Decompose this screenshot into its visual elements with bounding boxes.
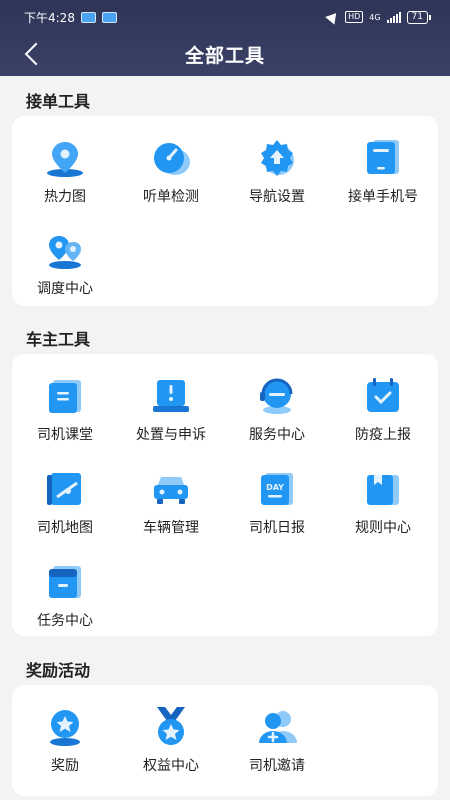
hd-badge: HD — [345, 11, 364, 23]
driver-invite-icon — [259, 711, 297, 743]
tool-driver-daily[interactable]: DAY 司机日报 — [224, 467, 330, 537]
section-title-order-tools: 接单工具 — [26, 92, 91, 111]
tool-order-check[interactable]: 听单检测 — [118, 136, 224, 206]
vehicle-management-icon — [154, 477, 188, 504]
battery-icon: 71 — [406, 10, 432, 24]
order-check-icon — [154, 143, 190, 175]
signal-icon — [386, 11, 401, 23]
tool-label: 司机日报 — [249, 520, 305, 536]
tool-label: 防疫上报 — [355, 427, 411, 443]
tool-epidemic-report[interactable]: 防疫上报 — [330, 374, 436, 444]
tool-label: 处置与申诉 — [136, 427, 206, 443]
epidemic-report-icon — [367, 378, 399, 412]
back-icon[interactable] — [24, 42, 48, 66]
tool-label: 听单检测 — [143, 189, 199, 205]
appeal-icon — [153, 380, 189, 412]
tool-task-center[interactable]: 任务中心 — [12, 560, 118, 630]
driver-class-icon — [49, 380, 81, 413]
tool-dispatch-center[interactable]: 调度中心 — [12, 228, 118, 298]
driver-map-icon — [47, 473, 81, 505]
tool-rules-center[interactable]: 规则中心 — [330, 467, 436, 537]
tool-label: 规则中心 — [355, 520, 411, 536]
dispatch-center-icon — [49, 236, 81, 269]
status-bar: 下午4:28 HD 4G 71 — [0, 0, 450, 34]
page-title: 全部工具 — [184, 44, 265, 67]
tool-heatmap[interactable]: 热力图 — [12, 136, 118, 206]
network-type: 4G — [369, 12, 381, 22]
rewards-card: 奖励 权益中心 司机邀请 — [12, 685, 438, 796]
header-bar: 下午4:28 HD 4G 71 全部工具 — [0, 0, 450, 76]
reward-icon — [50, 710, 80, 746]
tool-appeal[interactable]: 处置与申诉 — [118, 374, 224, 444]
tool-label: 调度中心 — [37, 281, 93, 297]
tool-label: 权益中心 — [143, 758, 199, 774]
tool-label: 接单手机号 — [348, 189, 418, 205]
task-center-icon — [49, 566, 81, 598]
driver-daily-icon: DAY — [261, 473, 293, 505]
tool-order-phone[interactable]: 接单手机号 — [330, 136, 436, 206]
order-phone-icon — [367, 140, 399, 174]
tool-service-center[interactable]: 服务中心 — [224, 374, 330, 444]
tool-label: 车辆管理 — [143, 520, 199, 536]
tool-label: 司机地图 — [37, 520, 93, 536]
notification-icon — [101, 11, 117, 23]
rules-center-icon — [367, 475, 399, 505]
tool-driver-invite[interactable]: 司机邀请 — [224, 705, 330, 775]
tool-vehicle-management[interactable]: 车辆管理 — [118, 467, 224, 537]
tool-label: 导航设置 — [249, 189, 305, 205]
owner-tools-card: 司机课堂 处置与申诉 服务中心 防疫上报 司机地图 车辆管理 DAY 司机日报 … — [12, 354, 438, 636]
section-title-rewards: 奖励活动 — [26, 661, 91, 680]
tool-navigation-settings[interactable]: 导航设置 — [224, 136, 330, 206]
section-title-owner-tools: 车主工具 — [26, 330, 91, 349]
notification-icon — [80, 11, 96, 23]
order-tools-card: 热力图 听单检测 导航设置 接单手机号 调度中心 — [12, 116, 438, 306]
tool-label: 服务中心 — [249, 427, 305, 443]
location-icon — [325, 9, 341, 25]
tool-driver-class[interactable]: 司机课堂 — [12, 374, 118, 444]
tool-label: 司机邀请 — [249, 758, 305, 774]
day-label: DAY — [266, 483, 284, 492]
tool-label: 任务中心 — [37, 613, 93, 629]
navigation-settings-icon — [261, 140, 294, 176]
tool-label: 奖励 — [51, 758, 79, 774]
tool-reward[interactable]: 奖励 — [12, 705, 118, 775]
heatmap-icon — [47, 142, 83, 177]
battery-level: 71 — [411, 11, 423, 22]
benefits-center-icon — [157, 707, 185, 745]
tool-label: 热力图 — [44, 189, 86, 205]
tool-driver-map[interactable]: 司机地图 — [12, 467, 118, 537]
service-center-icon — [260, 378, 293, 414]
status-time: 下午4:28 — [24, 10, 75, 25]
tool-label: 司机课堂 — [37, 427, 93, 443]
tool-benefits-center[interactable]: 权益中心 — [118, 705, 224, 775]
